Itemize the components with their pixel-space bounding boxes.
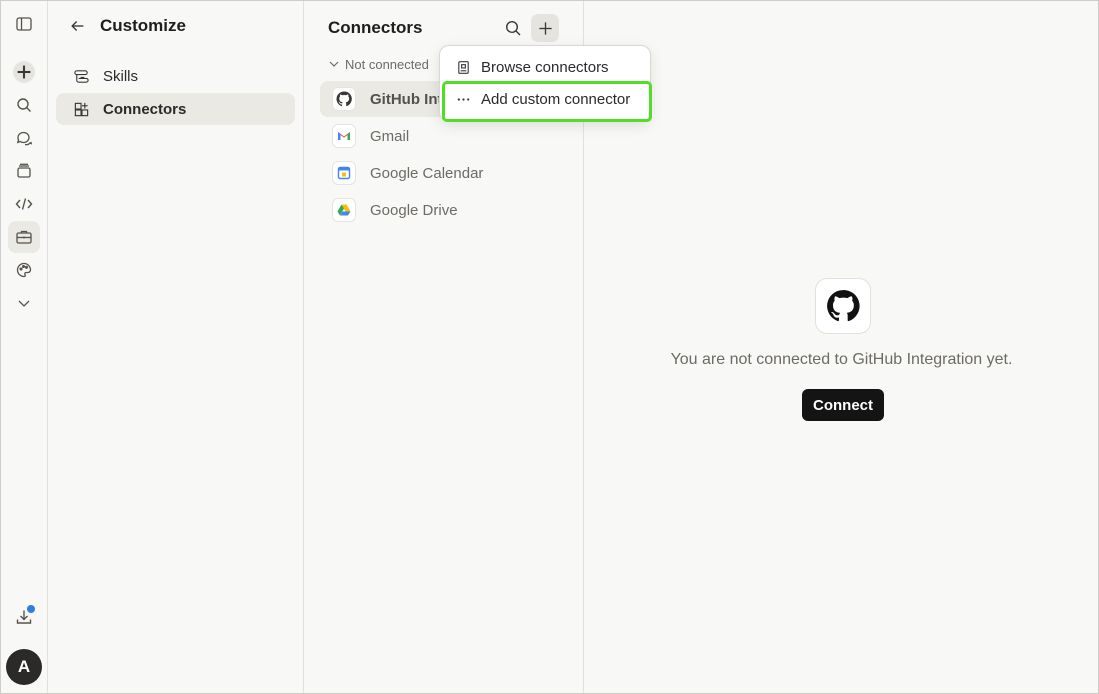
- briefcase-icon[interactable]: [8, 221, 40, 253]
- code-icon[interactable]: [8, 188, 40, 220]
- github-logo-icon: [815, 278, 871, 334]
- chevron-down-icon[interactable]: [8, 287, 40, 319]
- icon-rail: A: [1, 1, 48, 693]
- chats-icon[interactable]: [8, 122, 40, 154]
- avatar[interactable]: A: [6, 649, 42, 685]
- scroll-icon: [74, 69, 89, 83]
- menu-item-label: Browse connectors: [481, 58, 609, 76]
- nav-item-skills[interactable]: Skills: [56, 60, 295, 92]
- sidebar-toggle-icon[interactable]: [8, 8, 40, 40]
- back-arrow-icon[interactable]: [68, 16, 88, 36]
- connector-item-google-calendar[interactable]: Google Calendar: [320, 155, 570, 191]
- add-connector-button[interactable]: [531, 14, 559, 42]
- projects-icon[interactable]: [8, 155, 40, 187]
- connectors-title: Connectors: [328, 18, 423, 37]
- search-icon[interactable]: [8, 89, 40, 121]
- connector-label: Gmail: [370, 127, 410, 145]
- nav-item-label: Connectors: [103, 100, 187, 118]
- nav-item-connectors[interactable]: Connectors: [56, 93, 295, 125]
- book-icon: [458, 60, 469, 74]
- customize-panel: Customize Skills Connectors: [48, 1, 304, 693]
- download-icon[interactable]: [8, 601, 40, 633]
- grid-plus-icon: [74, 102, 89, 116]
- chevron-down-icon: [329, 61, 339, 67]
- connector-item-google-drive[interactable]: Google Drive: [320, 192, 570, 228]
- notification-dot: [27, 605, 35, 613]
- section-not-connected[interactable]: Not connected: [328, 55, 429, 73]
- menu-item-browse-connectors[interactable]: Browse connectors: [444, 52, 648, 82]
- connector-label: GitHub Int: [370, 90, 443, 108]
- connector-item-gmail[interactable]: Gmail: [320, 118, 570, 154]
- customize-header: Customize: [68, 13, 186, 39]
- github-icon: [332, 87, 356, 111]
- page-title: Customize: [100, 16, 186, 35]
- search-icon[interactable]: [500, 15, 526, 41]
- google-drive-icon: [332, 198, 356, 222]
- gmail-icon: [332, 124, 356, 148]
- palette-icon[interactable]: [8, 254, 40, 286]
- nav-item-label: Skills: [103, 67, 139, 85]
- section-label: Not connected: [345, 56, 429, 72]
- ellipsis-icon: [457, 97, 470, 101]
- google-calendar-icon: [332, 161, 356, 185]
- connector-label: Google Calendar: [370, 164, 484, 182]
- connector-label: Google Drive: [370, 201, 458, 219]
- connect-button[interactable]: Connect: [802, 389, 884, 421]
- plus-icon: [538, 21, 552, 35]
- add-connector-dropdown: Browse connectors Add custom connector: [439, 45, 651, 122]
- not-connected-message: You are not connected to GitHub Integrat…: [670, 351, 1013, 368]
- menu-item-label: Add custom connector: [481, 90, 631, 108]
- plus-icon: [13, 61, 35, 83]
- new-chat-button[interactable]: [8, 56, 40, 88]
- menu-item-add-custom-connector[interactable]: Add custom connector: [444, 84, 648, 114]
- connector-detail: You are not connected to GitHub Integrat…: [584, 1, 1098, 693]
